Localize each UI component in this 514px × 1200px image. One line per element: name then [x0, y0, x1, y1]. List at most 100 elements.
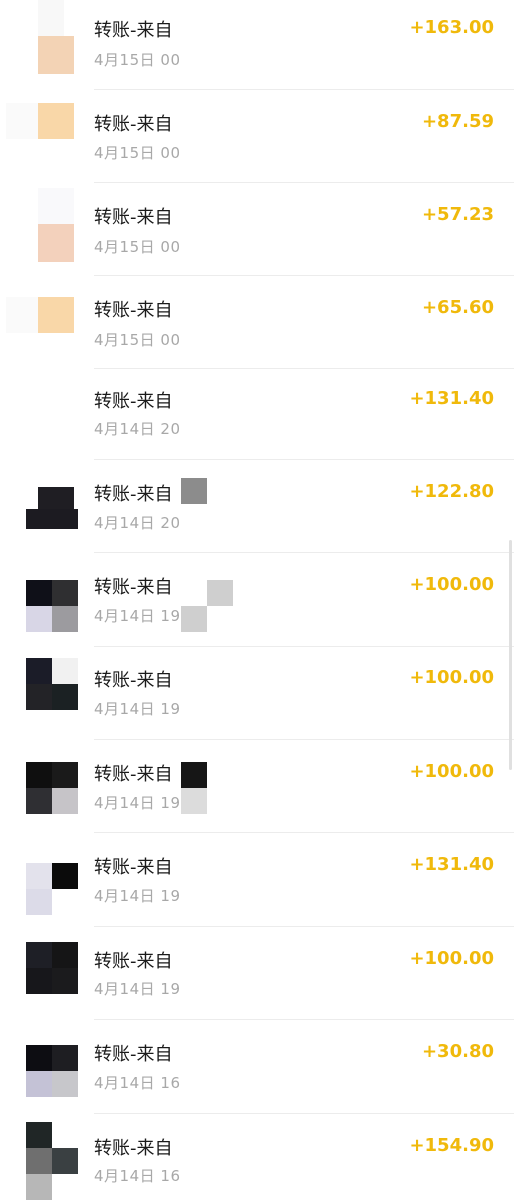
row-divider — [94, 275, 514, 276]
transaction-title: 转账-来自 — [94, 857, 173, 878]
avatar-pixel — [52, 1148, 78, 1174]
avatar — [26, 188, 78, 262]
transaction-amount: +131.40 — [409, 854, 494, 875]
transaction-amount: +100.00 — [409, 574, 494, 595]
transaction-title: 转账-来自 — [94, 1138, 173, 1159]
avatar-pixel — [26, 889, 52, 915]
avatar-pixel — [26, 606, 52, 632]
mosaic-block — [181, 762, 207, 788]
transaction-date: 4月14日 19 — [94, 980, 181, 998]
transaction-date: 4月15日 00 — [94, 144, 181, 162]
avatar — [26, 0, 78, 74]
avatar-pixel — [38, 487, 74, 509]
transaction-date: 4月14日 19 — [94, 887, 181, 905]
transaction-title: 转账-来自 — [94, 114, 173, 135]
avatar-pixel — [52, 788, 78, 814]
avatar-pixel — [52, 658, 78, 684]
avatar-pixel — [52, 762, 78, 788]
row-divider — [94, 1113, 514, 1114]
avatar-pixel — [52, 1045, 78, 1071]
transaction-title: 转账-来自 — [94, 1044, 173, 1065]
transaction-amount: +100.00 — [409, 948, 494, 969]
transaction-title: 转账-来自 — [94, 670, 173, 691]
avatar-pixel — [26, 863, 52, 889]
avatar-pixel — [38, 0, 64, 36]
avatar-pixel — [38, 297, 74, 333]
transaction-amount: +57.23 — [421, 204, 494, 225]
transaction-amount: +100.00 — [409, 761, 494, 782]
row-divider — [94, 459, 514, 460]
avatar-pixel — [38, 188, 74, 224]
mosaic-block — [181, 606, 207, 632]
avatar-pixel — [26, 580, 52, 606]
avatar — [26, 1122, 78, 1200]
transaction-date: 4月14日 19 — [94, 794, 181, 812]
avatar — [26, 658, 78, 710]
transaction-amount: +154.90 — [409, 1135, 494, 1156]
avatar — [26, 477, 78, 529]
row-divider — [94, 89, 514, 90]
avatar-pixel — [6, 297, 38, 333]
transaction-amount: +122.80 — [409, 481, 494, 502]
avatar-pixel — [52, 606, 78, 632]
scrollbar[interactable] — [509, 540, 512, 770]
avatar — [26, 382, 78, 434]
transaction-title: 转账-来自 — [94, 207, 173, 228]
avatar-pixel — [26, 1071, 52, 1097]
transaction-amount: +163.00 — [409, 17, 494, 38]
row-divider — [94, 926, 514, 927]
avatar — [26, 762, 78, 814]
avatar-pixel — [26, 509, 78, 529]
transaction-title: 转账-来自 — [94, 577, 173, 598]
avatar-pixel — [26, 968, 52, 994]
avatar-pixel — [6, 103, 38, 139]
transaction-amount: +87.59 — [421, 111, 494, 132]
transaction-list: 转账-来自 4月15日 00 +163.00 转账-来自 4月15日 00 +87.59 转… — [0, 0, 514, 1200]
avatar-pixel — [26, 1174, 52, 1200]
transaction-amount: +131.40 — [409, 388, 494, 409]
avatar-pixel — [26, 684, 52, 710]
transaction-title: 转账-来自 — [94, 391, 173, 412]
avatar-pixel — [26, 942, 52, 968]
avatar-pixel — [26, 762, 52, 788]
mosaic-block — [181, 788, 207, 814]
mosaic-block — [181, 478, 207, 504]
transaction-title: 转账-来自 — [94, 951, 173, 972]
transaction-date: 4月14日 20 — [94, 420, 181, 438]
avatar-pixel — [38, 103, 74, 139]
avatar — [26, 863, 78, 915]
transaction-date: 4月15日 00 — [94, 51, 181, 69]
transaction-title: 转账-来自 — [94, 20, 173, 41]
avatar — [6, 279, 78, 333]
transaction-title: 转账-来自 — [94, 300, 173, 321]
row-divider — [94, 182, 514, 183]
transaction-date: 4月14日 20 — [94, 514, 181, 532]
row-divider — [94, 832, 514, 833]
transaction-date: 4月15日 00 — [94, 238, 181, 256]
avatar-pixel — [52, 1071, 78, 1097]
transaction-date: 4月14日 16 — [94, 1167, 181, 1185]
transaction-amount: +65.60 — [421, 297, 494, 318]
row-divider — [94, 552, 514, 553]
avatar-pixel — [52, 968, 78, 994]
transaction-title: 转账-来自 — [94, 484, 173, 505]
avatar — [26, 942, 78, 994]
avatar — [26, 1045, 78, 1097]
row-divider — [94, 739, 514, 740]
transaction-amount: +100.00 — [409, 667, 494, 688]
avatar-pixel — [38, 36, 74, 74]
avatar-pixel — [52, 863, 78, 889]
avatar-pixel — [26, 788, 52, 814]
row-divider — [94, 646, 514, 647]
mosaic-block — [207, 580, 233, 606]
avatar-pixel — [52, 684, 78, 710]
avatar-pixel — [26, 658, 52, 684]
avatar-pixel — [26, 1045, 52, 1071]
avatar — [26, 580, 78, 632]
avatar-pixel — [26, 1122, 52, 1148]
transaction-title: 转账-来自 — [94, 764, 173, 785]
transaction-date: 4月14日 19 — [94, 700, 181, 718]
row-divider — [94, 368, 514, 369]
transaction-date: 4月14日 19 — [94, 607, 181, 625]
avatar-pixel — [52, 942, 78, 968]
